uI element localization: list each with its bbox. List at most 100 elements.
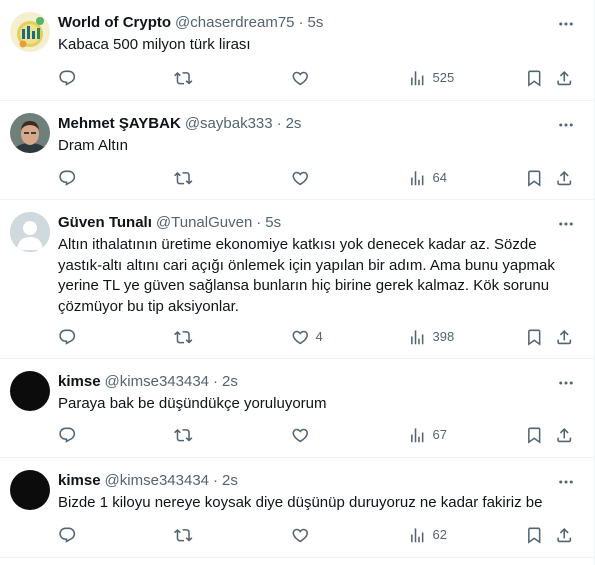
retweet-button[interactable] [174, 425, 199, 445]
user-handle[interactable]: @chaserdream75 [175, 13, 294, 33]
separator-dot: · [298, 14, 304, 31]
bookmark-icon [528, 70, 541, 87]
retweet-button[interactable] [174, 525, 199, 545]
tweet-text: Paraya bak be düşündükçe yoruluyorum [58, 395, 327, 412]
reply-button[interactable] [58, 168, 83, 188]
views-chart-icon [411, 171, 424, 185]
retweet-icon [174, 71, 193, 85]
views-chart-icon [411, 71, 424, 85]
tweet-text: Altın ithalatının üretime ekonomiye katk… [58, 236, 555, 315]
tweet-header: kimse @kimse343434 · 2s [58, 372, 238, 392]
avatar[interactable] [10, 371, 50, 411]
view-count: 67 [432, 427, 447, 442]
tweet-header: Mehmet ŞAYBAK @saybak333 · 2s [58, 114, 301, 134]
views-button[interactable]: 398 [408, 327, 454, 347]
share-icon [557, 427, 572, 442]
more-dots-icon[interactable] [556, 214, 576, 234]
retweet-button[interactable] [174, 68, 199, 88]
share-button[interactable] [555, 327, 574, 347]
tweet-actions: 525 [58, 68, 578, 88]
views-button[interactable]: 525 [408, 68, 454, 88]
separator-dot: · [213, 472, 218, 489]
avatar[interactable] [10, 212, 50, 252]
avatar[interactable] [10, 113, 50, 153]
like-button[interactable] [291, 425, 316, 445]
share-button[interactable] [555, 168, 574, 188]
share-button[interactable] [555, 525, 574, 545]
more-dots-icon[interactable] [556, 373, 576, 393]
views-button[interactable]: 64 [408, 168, 447, 188]
bookmark-button[interactable] [525, 525, 544, 545]
timestamp[interactable]: 2s [222, 471, 238, 491]
reply-button[interactable] [58, 68, 83, 88]
tweet-actions: 67 [58, 425, 578, 445]
more-dots-icon[interactable] [556, 115, 576, 135]
views-chart-icon [411, 428, 424, 442]
display-name[interactable]: World of Crypto [58, 13, 171, 33]
view-count: 398 [432, 329, 455, 344]
tweet[interactable]: World of Crypto @chaserdream75 · 5s Kaba… [0, 0, 594, 101]
user-handle[interactable]: @TunalGuven [156, 213, 252, 233]
avatar[interactable] [10, 470, 50, 510]
share-button[interactable] [555, 68, 574, 88]
separator-dot: · [213, 373, 218, 390]
like-button[interactable] [291, 168, 316, 188]
retweet-icon [174, 330, 193, 344]
timestamp[interactable]: 2s [222, 372, 238, 392]
display-name[interactable]: Mehmet ŞAYBAK [58, 114, 181, 134]
tweet-actions: 4 398 [58, 327, 578, 347]
user-handle[interactable]: @kimse343434 [105, 471, 209, 491]
tweet[interactable]: kimse @kimse343434 · 2s Bizde 1 kiloyu n… [0, 458, 594, 558]
like-button[interactable]: 4 [291, 327, 323, 347]
bookmark-button[interactable] [525, 168, 544, 188]
reply-button[interactable] [58, 425, 83, 445]
heart-icon [292, 171, 308, 186]
like-button[interactable] [291, 68, 316, 88]
reply-button[interactable] [58, 525, 83, 545]
heart-icon [292, 428, 308, 443]
more-dots-icon[interactable] [556, 472, 576, 492]
bookmark-icon [528, 170, 541, 187]
views-chart-icon [411, 330, 424, 344]
retweet-button[interactable] [174, 168, 199, 188]
reply-icon [59, 329, 76, 345]
timestamp[interactable]: 2s [286, 114, 302, 134]
timestamp[interactable]: 5s [265, 213, 281, 233]
tweet-header: kimse @kimse343434 · 2s [58, 471, 238, 491]
display-name[interactable]: kimse [58, 471, 101, 491]
bookmark-icon [528, 527, 541, 544]
user-handle[interactable]: @kimse343434 [105, 372, 209, 392]
heart-icon [292, 528, 308, 543]
tweet-text: Dram Altın [58, 137, 129, 154]
bookmark-button[interactable] [525, 68, 544, 88]
display-name[interactable]: kimse [58, 372, 101, 392]
like-button[interactable] [291, 525, 316, 545]
user-handle[interactable]: @saybak333 [185, 114, 273, 134]
share-icon [557, 70, 572, 85]
share-icon [557, 170, 572, 185]
more-dots-icon[interactable] [556, 14, 576, 34]
share-icon [557, 527, 572, 542]
reply-button[interactable] [58, 327, 83, 347]
retweet-icon [174, 428, 193, 442]
reply-icon [59, 70, 76, 86]
retweet-button[interactable] [174, 327, 199, 347]
tweet[interactable]: kimse @kimse343434 · 2s Paraya bak be dü… [0, 359, 594, 458]
tweet-header: World of Crypto @chaserdream75 · 5s [58, 13, 323, 33]
view-count: 64 [432, 170, 447, 185]
avatar[interactable] [10, 12, 50, 52]
tweet[interactable]: Mehmet ŞAYBAK @saybak333 · 2s Dram Altın [0, 101, 594, 200]
bookmark-icon [528, 427, 541, 444]
views-button[interactable]: 62 [408, 525, 447, 545]
default-profile-avatar-icon [10, 212, 50, 252]
reply-icon [59, 527, 76, 543]
views-button[interactable]: 67 [408, 425, 447, 445]
bookmark-button[interactable] [525, 327, 544, 347]
tweet-text: Kabaca 500 milyon türk lirası [58, 36, 251, 53]
tweet[interactable]: Güven Tunalı @TunalGuven · 5s Altın itha… [0, 200, 594, 359]
display-name[interactable]: Güven Tunalı [58, 213, 152, 233]
tweet-actions: 64 [58, 168, 578, 188]
share-button[interactable] [555, 425, 574, 445]
bookmark-button[interactable] [525, 425, 544, 445]
timestamp[interactable]: 5s [308, 13, 324, 33]
